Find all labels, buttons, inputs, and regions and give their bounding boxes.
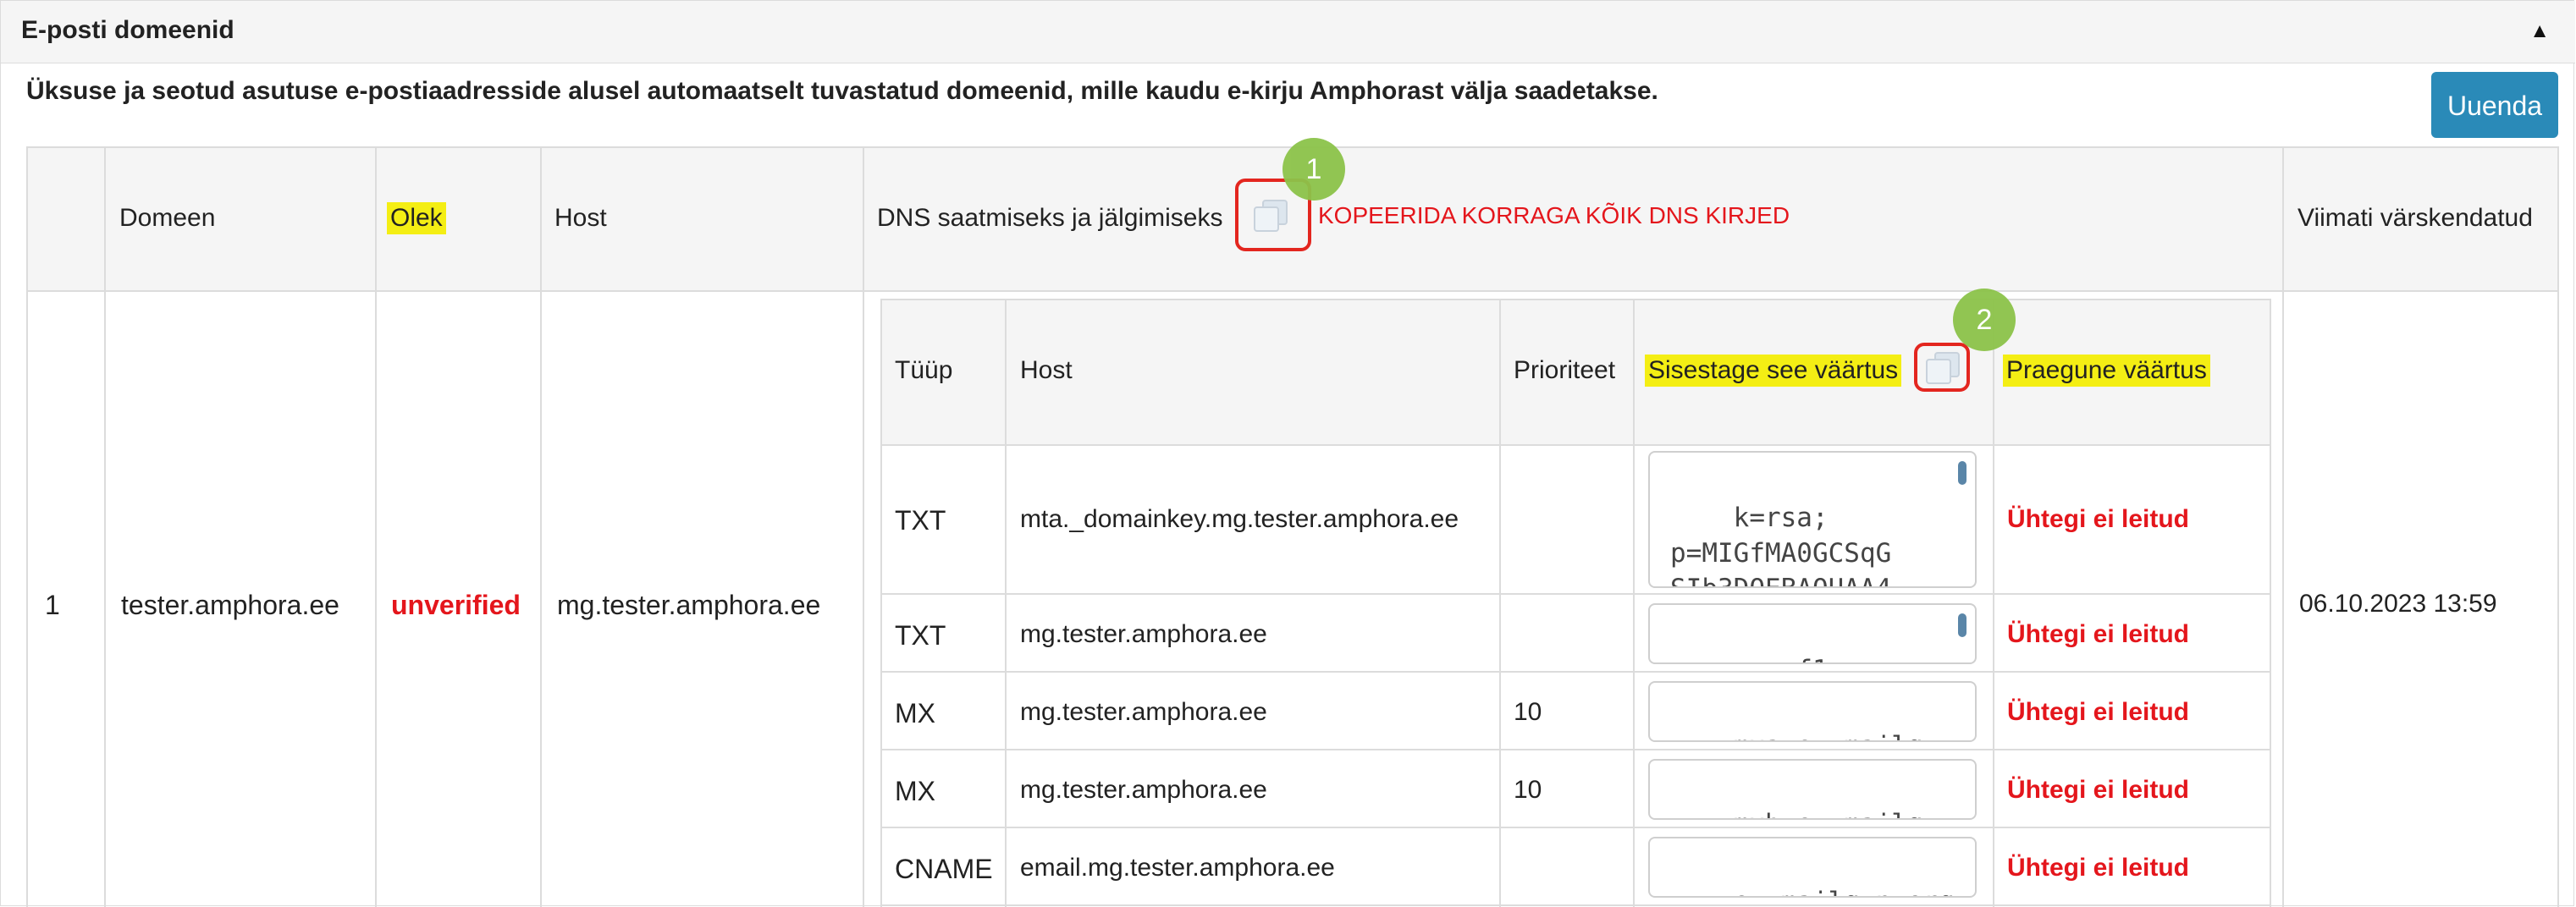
- dns-value-textarea[interactable]: k=rsa; p=MIGfMA0GCSqG SIb3DQEBAQUAA4 GNA…: [1648, 451, 1977, 588]
- dns-row-type: TXT: [895, 505, 946, 536]
- callout-box-2: [1914, 343, 1970, 392]
- dns-row-host: email.mg.tester.amphora.ee: [1020, 854, 1335, 882]
- panel-title: E-posti domeenid: [21, 16, 234, 44]
- panel-header[interactable]: E-posti domeenid ▲: [1, 1, 2575, 63]
- collapse-arrow-icon[interactable]: ▲: [2529, 19, 2550, 43]
- header-host: Host: [554, 204, 607, 232]
- header-updated: Viimati värskendatud: [2297, 204, 2533, 232]
- dns-row-priority: 10: [1514, 698, 1542, 726]
- dns-row-host: mg.tester.amphora.ee: [1020, 698, 1267, 726]
- dns-row-type: MX: [895, 776, 935, 806]
- dns-header-priority: Prioriteet: [1514, 356, 1616, 384]
- dns-row-type: CNAME: [895, 854, 993, 884]
- refresh-button[interactable]: Uuenda: [2431, 72, 2558, 138]
- dns-value-text: v=spf1 include:mailgun.org ~all: [1670, 655, 1955, 662]
- dns-row-current: Ühtegi ei leitud: [2007, 620, 2190, 648]
- email-domains-panel: E-posti domeenid ▲ Üksuse ja seotud asut…: [0, 0, 2575, 907]
- dns-value-text: eu.mailgun.org: [1734, 887, 1955, 896]
- dns-value-input[interactable]: mxb.eu.mailgun.org: [1648, 759, 1977, 820]
- dns-row-host: mg.tester.amphora.ee: [1020, 776, 1267, 804]
- dns-value-text: k=rsa; p=MIGfMA0GCSqG SIb3DQEBAQUAA4 GNA…: [1670, 503, 1892, 586]
- dns-value-text: mxa.eu.mailgun.org: [1670, 731, 1939, 740]
- dns-row-priority: 10: [1514, 776, 1542, 804]
- dns-value-text: mxb.eu.mailgun.org: [1670, 809, 1939, 818]
- header-domain: Domeen: [119, 204, 216, 232]
- textarea-scrollbar[interactable]: [1958, 613, 1966, 637]
- step-badge-2: 2: [1953, 289, 2016, 351]
- dns-value-input[interactable]: eu.mailgun.org: [1648, 837, 1977, 898]
- header-dns: DNS saatmiseks ja jälgimiseks: [877, 204, 1223, 232]
- panel-description: Üksuse ja seotud asutuse e-postiaadressi…: [26, 77, 1658, 105]
- dns-row-type: MX: [895, 698, 935, 728]
- dns-row-current: Ühtegi ei leitud: [2007, 854, 2190, 882]
- dns-row-current: Ühtegi ei leitud: [2007, 505, 2190, 533]
- dns-row-current: Ühtegi ei leitud: [2007, 698, 2190, 726]
- dns-value-input[interactable]: mxa.eu.mailgun.org: [1648, 681, 1977, 742]
- dns-header-host: Host: [1020, 356, 1073, 384]
- row-host: mg.tester.amphora.ee: [557, 590, 821, 620]
- dns-header-enter-value: Sisestage see väärtus: [1645, 355, 1902, 387]
- dns-row-host: mg.tester.amphora.ee: [1020, 620, 1267, 648]
- row-index: 1: [45, 590, 60, 620]
- row-status-badge: unverified: [391, 590, 521, 620]
- dns-row-current: Ühtegi ei leitud: [2007, 776, 2190, 804]
- row-updated: 06.10.2023 13:59: [2299, 590, 2497, 618]
- dns-header-current-value: Praegune väärtus: [2003, 355, 2210, 387]
- dns-header-type: Tüüp: [895, 356, 953, 384]
- dns-value-textarea[interactable]: v=spf1 include:mailgun.org ~all: [1648, 603, 1977, 664]
- header-status: Olek: [387, 202, 446, 234]
- dns-row-host: mta._domainkey.mg.tester.amphora.ee: [1020, 505, 1459, 533]
- textarea-scrollbar[interactable]: [1958, 461, 1966, 485]
- step-badge-1: 1: [1282, 138, 1345, 201]
- row-domain: tester.amphora.ee: [121, 590, 339, 620]
- dns-row-type: TXT: [895, 620, 946, 651]
- copy-all-hint: KOPEERIDA KORRAGA KÕIK DNS KIRJED: [1318, 202, 1790, 228]
